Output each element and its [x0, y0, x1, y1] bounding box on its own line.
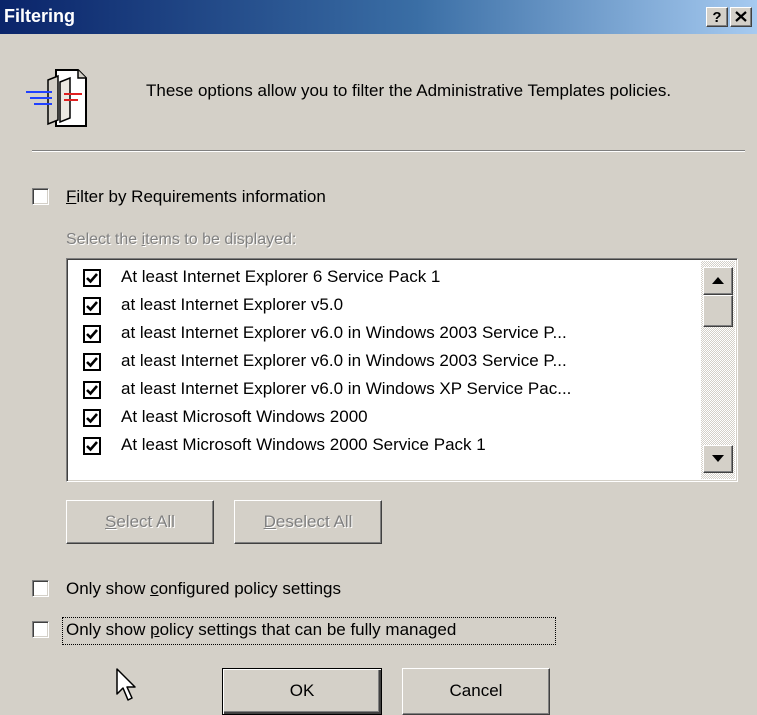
only-configured-pre: Only show [66, 579, 151, 598]
header-separator [32, 150, 745, 152]
help-button[interactable]: ? [706, 7, 728, 27]
dialog-title: Filtering [4, 6, 75, 26]
filter-requirements-checkbox[interactable] [32, 188, 49, 205]
item-checkbox[interactable] [83, 381, 101, 399]
checkmark-icon [86, 329, 98, 340]
item-label: at least Internet Explorer v5.0 [121, 295, 344, 314]
item-label: At least Microsoft Windows 2000 Service … [121, 435, 486, 454]
item-label: At least Microsoft Windows 2000 [121, 407, 368, 426]
scrollbar-thumb[interactable] [703, 295, 733, 327]
select-all-button[interactable]: Select All [66, 500, 214, 544]
item-checkbox[interactable] [83, 353, 101, 371]
ok-button[interactable]: OK [222, 668, 382, 715]
requirements-list-items: At least Internet Explorer 6 Service Pac… [67, 259, 699, 481]
item-label: at least Internet Explorer v6.0 in Windo… [121, 379, 572, 398]
list-item[interactable]: at least Internet Explorer v5.0 [83, 292, 699, 320]
checkmark-icon [86, 413, 98, 424]
only-managed-post: olicy settings that can be fully managed [159, 620, 457, 639]
item-checkbox[interactable] [83, 437, 101, 455]
list-scrollbar[interactable] [701, 261, 735, 479]
filter-requirements-text: ilter by Requirements information [76, 187, 326, 206]
only-managed-pre: Only show [66, 620, 151, 639]
item-label: At least Internet Explorer 6 Service Pac… [121, 267, 441, 286]
checkmark-icon [86, 385, 98, 396]
cancel-button[interactable]: Cancel [402, 668, 550, 715]
dialog-description: These options allow you to filter the Ad… [146, 81, 672, 100]
item-label: at least Internet Explorer v6.0 in Windo… [121, 323, 567, 342]
checkmark-icon [86, 441, 98, 452]
select-all-text: elect All [116, 512, 175, 531]
title-bar[interactable]: Filtering ? [0, 0, 757, 34]
deselect-all-text: eselect All [275, 512, 353, 531]
only-managed-label[interactable]: Only show policy settings that can be fu… [66, 620, 456, 640]
list-item[interactable]: At least Microsoft Windows 2000 Service … [83, 432, 699, 460]
only-configured-accel: c [150, 579, 159, 598]
only-managed-checkbox[interactable] [32, 621, 49, 638]
checkmark-icon [86, 273, 98, 284]
item-checkbox[interactable] [83, 297, 101, 315]
list-item[interactable]: at least Internet Explorer v6.0 in Windo… [83, 320, 699, 348]
only-configured-post: onfigured policy settings [158, 579, 341, 598]
filter-policy-icon [26, 69, 87, 127]
accel-f: F [66, 187, 77, 206]
list-item[interactable]: At least Microsoft Windows 2000 [83, 404, 699, 432]
checkmark-icon [86, 301, 98, 312]
list-item[interactable]: At least Internet Explorer 6 Service Pac… [83, 264, 699, 292]
only-managed-accel: p [150, 620, 160, 639]
item-checkbox[interactable] [83, 269, 101, 287]
deselect-all-button[interactable]: Deselect All [234, 500, 382, 544]
requirements-listbox[interactable]: At least Internet Explorer 6 Service Pac… [66, 258, 738, 482]
scroll-down-button[interactable] [703, 445, 733, 473]
scroll-up-button[interactable] [703, 267, 733, 295]
items-label-pre: Select the [66, 231, 142, 248]
close-button[interactable] [730, 7, 752, 27]
only-configured-checkbox[interactable] [32, 580, 49, 597]
item-checkbox[interactable] [83, 409, 101, 427]
deselect-all-accel: D [263, 512, 276, 531]
checkmark-icon [86, 357, 98, 368]
item-checkbox[interactable] [83, 325, 101, 343]
arrow-up-icon [712, 277, 724, 284]
items-label-post: tems to be displayed: [145, 231, 297, 248]
select-all-accel: S [105, 512, 117, 531]
close-icon [735, 11, 747, 22]
mouse-pointer-icon [116, 668, 136, 701]
items-section-label: Select the items to be displayed: [66, 231, 296, 249]
only-configured-label[interactable]: Only show configured policy settings [66, 579, 341, 599]
item-label: at least Internet Explorer v6.0 in Windo… [121, 351, 567, 370]
list-item[interactable]: at least Internet Explorer v6.0 in Windo… [83, 376, 699, 404]
filter-requirements-label[interactable]: Filter by Requirements information [66, 187, 326, 207]
list-item[interactable]: at least Internet Explorer v6.0 in Windo… [83, 348, 699, 376]
arrow-down-icon [712, 455, 724, 462]
